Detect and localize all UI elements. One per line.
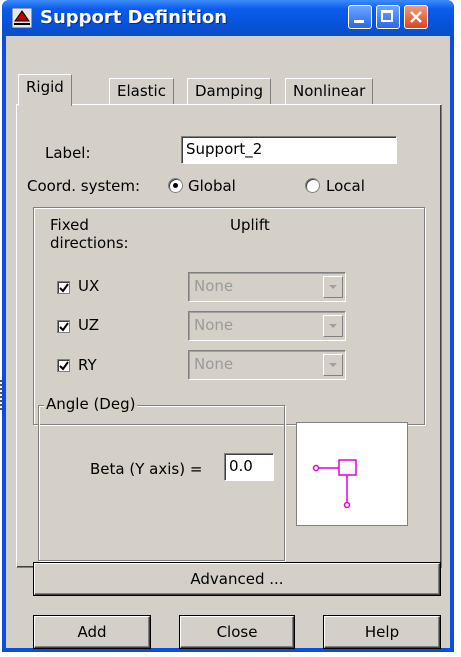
close-window-button[interactable] [404,5,428,29]
fixed-directions-title: Fixed directions: [50,216,129,252]
uplift-select-ux[interactable]: None [188,272,346,302]
add-button[interactable]: Add [34,616,150,648]
uplift-value-uz: None [194,316,234,334]
close-icon [410,11,422,23]
check-icon [59,361,69,371]
tab-nonlinear[interactable]: Nonlinear [285,78,374,104]
support-app-icon [12,8,32,28]
label-caption: Label: [45,144,91,162]
chevron-down-icon [323,315,343,337]
tab-damping[interactable]: Damping [187,78,272,104]
angle-group [38,405,285,561]
uplift-select-uz[interactable]: None [188,311,346,341]
beta-input[interactable]: 0.0 [224,453,274,481]
check-icon [59,283,69,293]
tab-elastic[interactable]: Elastic [109,78,174,104]
checkbox-uz[interactable] [57,320,70,333]
uplift-value-ux: None [194,277,234,295]
beta-label: Beta (Y axis) = [90,460,203,478]
checkbox-ux[interactable] [57,281,70,294]
support-definition-dialog: Support Definition Rigid Elastic Damping… [2,0,454,652]
check-icon [59,322,69,332]
support-symbol-icon [312,459,357,509]
checkbox-ry[interactable] [57,359,70,372]
tab-rigid[interactable]: Rigid [18,74,72,106]
window-title: Support Definition [40,7,228,28]
radio-local-label: Local [326,177,365,195]
angle-group-title: Angle (Deg) [44,395,138,413]
chevron-down-icon [323,276,343,298]
radio-local[interactable] [305,178,320,193]
radio-global[interactable] [168,178,183,193]
uplift-value-ry: None [194,355,234,373]
direction-label-uz: UZ [78,316,99,334]
chevron-down-icon [323,354,343,376]
uplift-header: Uplift [230,216,270,234]
help-button[interactable]: Help [324,616,440,648]
advanced-button[interactable]: Advanced ... [34,563,440,595]
minimize-button[interactable] [348,5,372,29]
dialog-client-area: Rigid Elastic Damping Nonlinear Label: S… [6,36,450,648]
support-preview [296,422,408,526]
radio-global-label: Global [188,177,236,195]
coord-system-caption: Coord. system: [27,177,141,195]
title-bar[interactable]: Support Definition [2,0,454,36]
maximize-button[interactable] [376,5,400,29]
label-input[interactable]: Support_2 [181,136,397,164]
direction-label-ry: RY [78,356,97,374]
direction-label-ux: UX [78,277,100,295]
close-button[interactable]: Close [180,616,294,648]
uplift-select-ry[interactable]: None [188,350,346,380]
